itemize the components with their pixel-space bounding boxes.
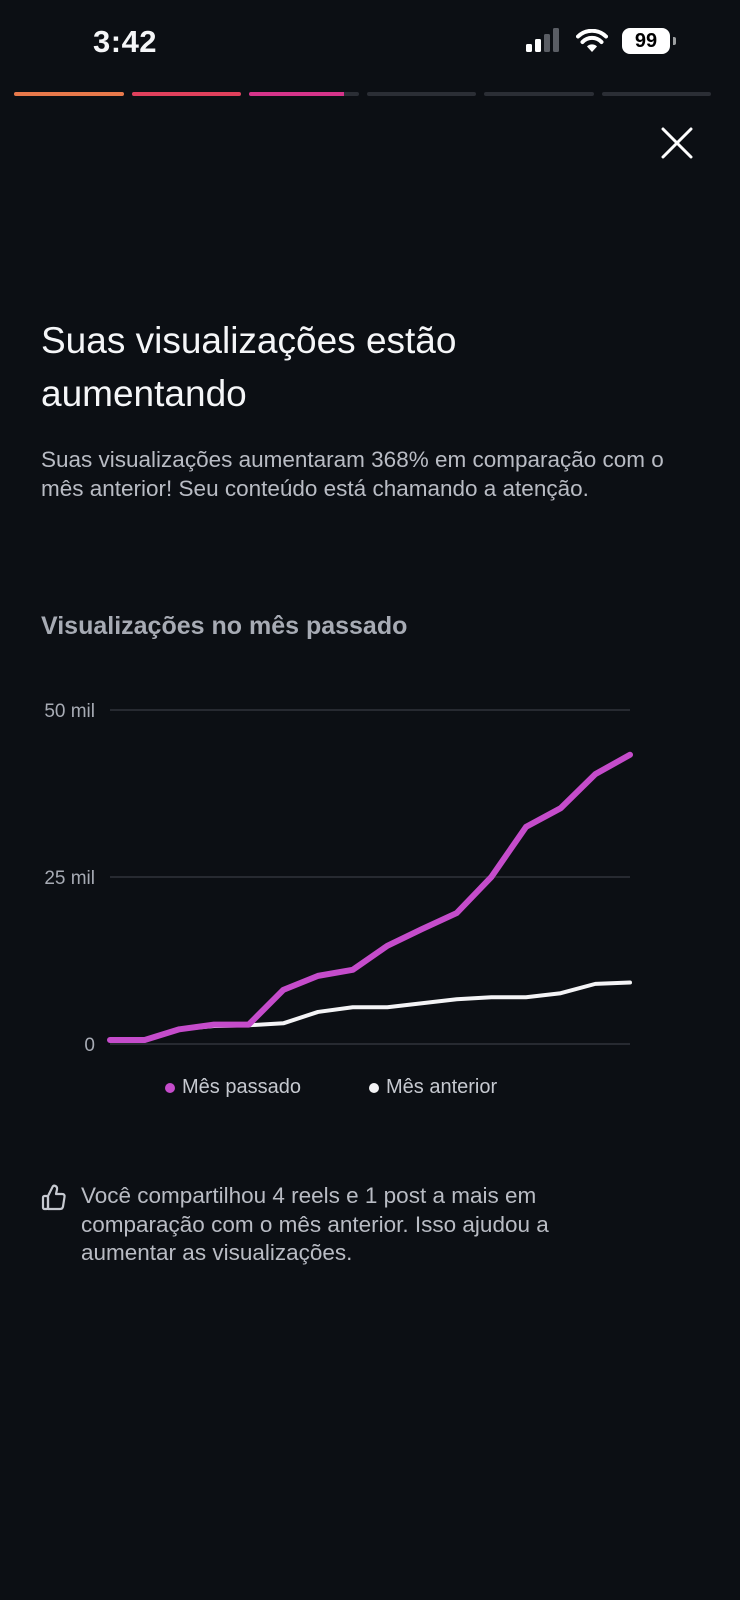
insight-tip: Você compartilhou 4 reels e 1 post a mai… xyxy=(41,1182,681,1268)
page-title: Suas visualizações estão aumentando xyxy=(41,320,457,414)
story-progress-segment xyxy=(131,92,241,96)
story-progress-fill xyxy=(14,92,124,96)
series-line-mes-anterior xyxy=(108,980,632,1042)
story-progress-segment xyxy=(484,92,594,96)
legend-label: Mês passado xyxy=(182,1076,301,1098)
status-icons: 99 xyxy=(526,28,676,54)
legend-label: Mês anterior xyxy=(386,1076,498,1098)
chart-legend: Mês passado Mês anterior xyxy=(0,1076,725,1106)
story-progress-bar xyxy=(14,92,711,96)
y-tick-label: 25 mil xyxy=(44,868,95,889)
legend-dot xyxy=(165,1082,175,1093)
close-icon xyxy=(661,127,693,159)
battery-level: 99 xyxy=(634,29,658,52)
close-button[interactable] xyxy=(656,122,700,166)
story-progress-fill xyxy=(131,92,241,96)
chart-heading: Visualizações no mês passado xyxy=(41,612,408,640)
story-progress-segment xyxy=(249,92,359,96)
y-tick-label: 50 mil xyxy=(44,701,95,722)
page-description: Suas visualizações aumentaram 368% em co… xyxy=(41,447,664,501)
views-line-chart: 0 25 mil 50 mil xyxy=(44,701,633,1056)
legend-item: Mês passado xyxy=(165,1076,301,1099)
story-progress-segment xyxy=(14,92,124,96)
series-line-mes-passado xyxy=(107,751,633,1043)
battery-icon: 99 xyxy=(622,28,676,54)
story-progress-segment xyxy=(601,92,711,96)
story-progress-fill xyxy=(249,92,345,96)
y-tick-label: 0 xyxy=(84,1035,95,1056)
thumbs-up-icon xyxy=(41,1184,66,1211)
cellular-signal-icon xyxy=(526,28,559,52)
status-bar: 3:42 99 xyxy=(0,0,725,90)
status-time: 3:42 xyxy=(93,24,158,59)
legend-dot xyxy=(369,1082,379,1093)
tip-text: Você compartilhou 4 reels e 1 post a mai… xyxy=(81,1183,549,1265)
legend-item: Mês anterior xyxy=(369,1076,497,1099)
wifi-icon xyxy=(576,29,608,52)
story-progress-segment xyxy=(366,92,476,96)
